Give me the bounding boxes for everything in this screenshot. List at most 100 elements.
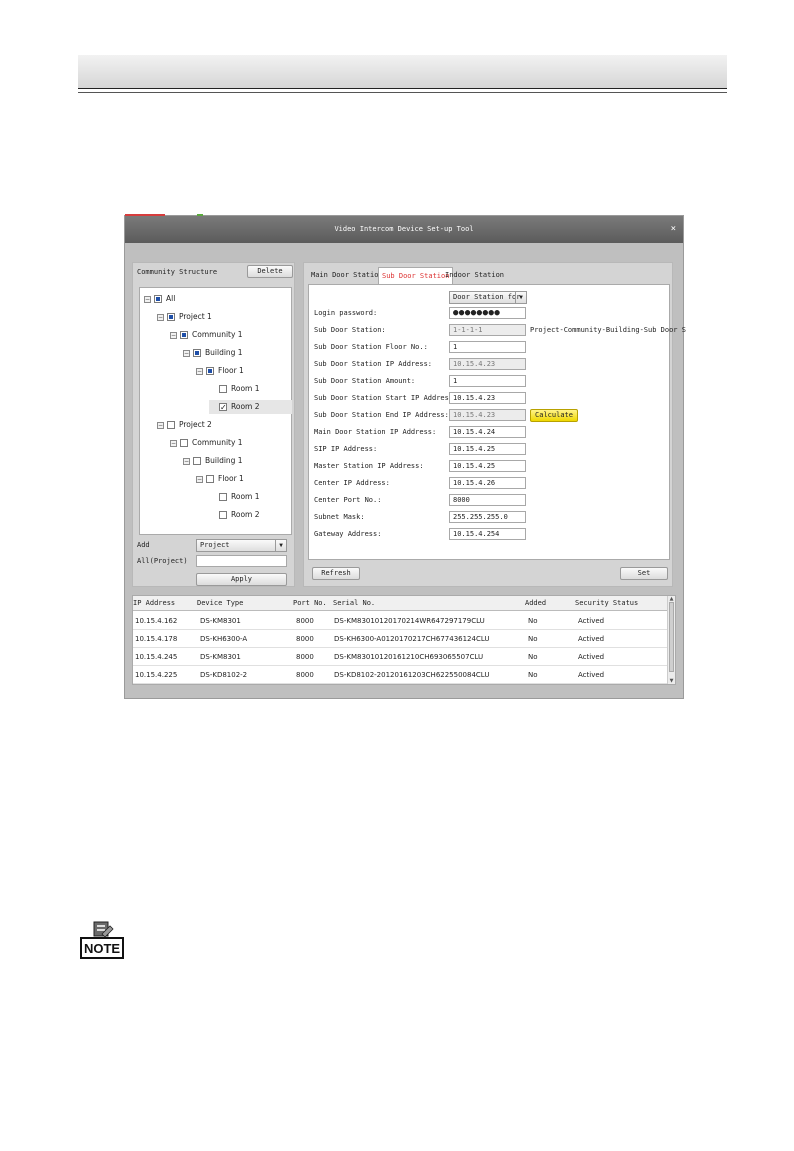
collapse-toggle-icon[interactable]: − [144,295,151,303]
tree-node[interactable]: − All [144,292,292,306]
table-cell: Actived [578,671,605,679]
tree-node-label: Room 2 [231,510,260,519]
tree-node[interactable]: − Project 1 [157,310,292,324]
form-field[interactable]: 10.15.4.25 [449,443,526,455]
column-device-type[interactable]: Device Type [197,596,243,611]
page-header-divider [78,92,727,93]
column-ip-address[interactable]: IP Address [133,596,175,611]
form-field[interactable]: 10.15.4.23 [449,409,526,421]
tree-checkbox[interactable] [167,313,175,321]
tree-checkbox[interactable] [154,295,162,303]
calculate-button[interactable]: Calculate [530,409,578,422]
collapse-toggle-icon[interactable]: − [183,349,190,357]
tree-checkbox[interactable] [219,511,227,519]
password-field[interactable]: ●●●●●●●● [449,307,526,319]
table-row[interactable]: 10.15.4.178 DS-KH6300-A 8000 DS-KH6300-A012… [133,630,669,648]
table-cell: 10.15.4.245 [135,653,178,661]
tree-checkbox[interactable] [193,349,201,357]
delete-button[interactable]: Delete [247,265,293,278]
tree-node[interactable]: Room 1 [209,382,292,396]
collapse-toggle-icon[interactable]: − [196,367,203,375]
column-port-no[interactable]: Port No. [293,596,327,611]
form-label: Center Port No.: [314,496,382,504]
form-field[interactable]: 10.15.4.23 [449,392,526,404]
form-field[interactable]: 10.15.4.26 [449,477,526,489]
tree-checkbox[interactable] [180,439,188,447]
table-cell: DS-KD8102-2 [200,671,248,679]
add-type-select[interactable]: Project ▼ [196,539,287,552]
tree-checkbox[interactable] [206,367,214,375]
tree-node[interactable]: − Community 1 [170,328,292,342]
tree-checkbox[interactable] [180,331,188,339]
table-cell: DS-KM8301012017021​4WR647297179CLU [334,617,485,625]
table-cell: Actived [578,617,605,625]
community-structure-label: Community Structure [137,268,218,276]
form-field[interactable]: 10.15.4.24 [449,426,526,438]
table-cell: 8000 [296,671,314,679]
note-icon: NOTE [80,921,124,959]
form-field[interactable]: 8000 [449,494,526,506]
tree-node[interactable]: − Project 2 [157,418,292,432]
form-field[interactable]: 255.255.255.0 [449,511,526,523]
table-cell: DS-KD8102-20120161203CH622550084CLU [334,671,490,679]
form-field[interactable]: 1-1-1-1 [449,324,526,336]
table-row[interactable]: 10.15.4.245 DS-KM8301 8000 DS-KM83010120161… [133,648,669,666]
form-field[interactable]: 1 [449,341,526,353]
form-field[interactable]: 1 [449,375,526,387]
apply-button[interactable]: Apply [196,573,287,586]
form-field[interactable]: 10.15.4.25 [449,460,526,472]
tree-checkbox[interactable]: ✓ [219,403,227,412]
form-label: Sub Door Station Amount: [314,377,416,385]
table-cell: DS-KH6300-A [200,635,248,643]
table-row[interactable]: 10.15.4.162 DS-KM8301 8000 DS-KM83010120170… [133,612,669,630]
collapse-toggle-icon[interactable]: − [183,457,190,465]
tree-node[interactable]: − Building 1 [183,454,292,468]
scrollbar-thumb[interactable] [669,602,674,672]
tab-main-door-station[interactable]: Main Door Station [308,267,386,284]
form-label: Sub Door Station IP Address: [314,360,433,368]
tree-node-label: Room 2 [231,402,260,411]
set-button[interactable]: Set [620,567,668,580]
column-added[interactable]: Added [525,596,546,611]
tree-node[interactable]: Room 1 [209,490,292,504]
collapse-toggle-icon[interactable]: − [157,313,164,321]
form-field[interactable]: 10.15.4.23 [449,358,526,370]
table-row[interactable]: 10.15.4.225 DS-KD8102-2 8000 DS-KD8102-2012… [133,666,669,684]
tree-node-label: Floor 1 [218,474,244,483]
tree-checkbox[interactable] [219,385,227,393]
form-label: Master Station IP Address: [314,462,424,470]
table-cell: 10.15.4.162 [135,617,178,625]
form-field[interactable]: 10.15.4.254 [449,528,526,540]
community-tree[interactable]: − All − Project 1 − Community 1 − Building 1 − Fl… [139,287,292,535]
tree-checkbox[interactable] [167,421,175,429]
scroll-down-icon[interactable]: ▼ [668,678,675,684]
column-security-status[interactable]: Security Status [575,596,638,611]
format-hint: Project-Community-Building-Sub Door S [530,326,686,334]
column-serial-no[interactable]: Serial No. [333,596,375,611]
table-cell: 8000 [296,617,314,625]
tree-node[interactable]: ✓ Room 2 [209,400,292,414]
all-project-field[interactable] [196,555,287,567]
table-cell: DS-KM83010120161210CH693065507CLU [334,653,484,661]
tree-node[interactable]: − Community 1 [170,436,292,450]
window-titlebar[interactable]: Video Intercom Device Set-up Tool × [125,216,683,243]
tree-node[interactable]: − Floor 1 [196,472,292,486]
tree-node[interactable]: − Building 1 [183,346,292,360]
tree-node[interactable]: − Floor 1 [196,364,292,378]
tree-node-label: Building 1 [205,348,243,357]
close-icon[interactable]: × [671,224,676,234]
tree-checkbox[interactable] [193,457,201,465]
refresh-button[interactable]: Refresh [312,567,360,580]
tab-indoor-station[interactable]: Indoor Station [442,267,507,284]
collapse-toggle-icon[interactable]: − [170,439,177,447]
device-type-select[interactable]: Door Station for ▼ [449,291,527,304]
collapse-toggle-icon[interactable]: − [196,475,203,483]
tree-node-label: Community 1 [192,330,243,339]
tree-node-label: Project 2 [179,420,212,429]
collapse-toggle-icon[interactable]: − [170,331,177,339]
tree-node[interactable]: Room 2 [209,508,292,522]
collapse-toggle-icon[interactable]: − [157,421,164,429]
table-scrollbar[interactable]: ▲ ▼ [667,596,675,684]
tree-checkbox[interactable] [206,475,214,483]
tree-checkbox[interactable] [219,493,227,501]
